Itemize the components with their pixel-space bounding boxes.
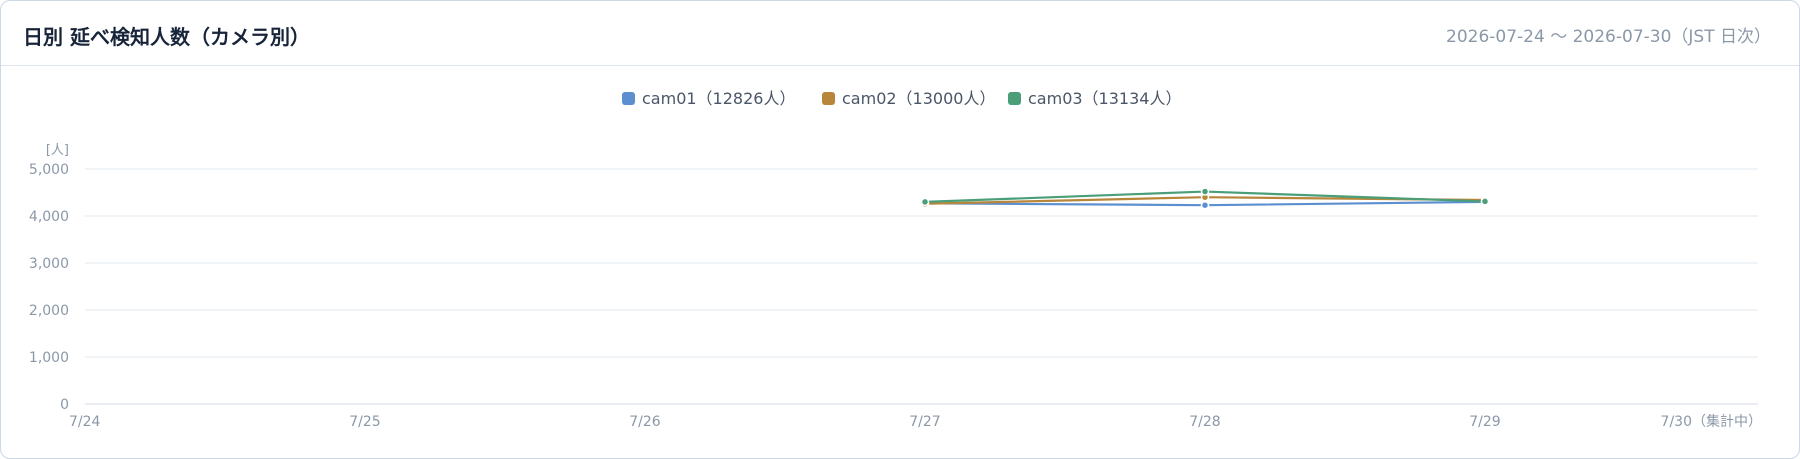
x-tick-label: 7/29 (1469, 414, 1500, 430)
x-tick-label: 7/26 (629, 414, 661, 430)
y-axis-label: [人] (46, 143, 69, 158)
legend-swatch (1008, 92, 1021, 105)
legend-label: cam01（12826人） (642, 89, 795, 108)
y-tick-label: 3,000 (29, 256, 69, 272)
legend-label: cam02（13000人） (842, 89, 995, 108)
data-point (1200, 200, 1210, 210)
x-tick-label: 7/25 (349, 414, 380, 430)
y-tick-label: 4,000 (29, 209, 69, 225)
data-point (1200, 187, 1210, 196)
y-tick-label: 2,000 (29, 303, 69, 319)
y-tick-label: 5,000 (29, 162, 69, 178)
legend-swatch (622, 92, 635, 105)
legend: cam01（12826人） cam02（13000人） cam03（13134人） (622, 89, 1181, 108)
legend-swatch (822, 92, 835, 105)
data-point (920, 197, 930, 207)
legend-label: cam03（13134人） (1028, 89, 1181, 108)
y-axis-ticks: 0 1,000 2,000 3,000 4,000 5,000 (29, 162, 69, 413)
line-chart: cam01（12826人） cam02（13000人） cam03（13134人） … (29, 89, 1762, 430)
x-tick-label: 7/28 (1189, 414, 1220, 430)
x-tick-label: 7/24 (69, 414, 101, 430)
y-tick-label: 1,000 (29, 350, 69, 366)
data-point (1480, 197, 1490, 206)
chart-card: 日別 延べ検知人数（カメラ別） 2026-07-24 ～ 2026-07-30（… (0, 0, 1800, 459)
y-tick-label: 0 (60, 397, 69, 413)
x-tick-label: 7/27 (909, 414, 940, 430)
x-axis-ticks: 7/24 7/25 7/26 7/27 7/28 7/29 7/30（集計中） (69, 413, 1762, 430)
x-tick-label: 7/30（集計中） (1661, 413, 1762, 430)
